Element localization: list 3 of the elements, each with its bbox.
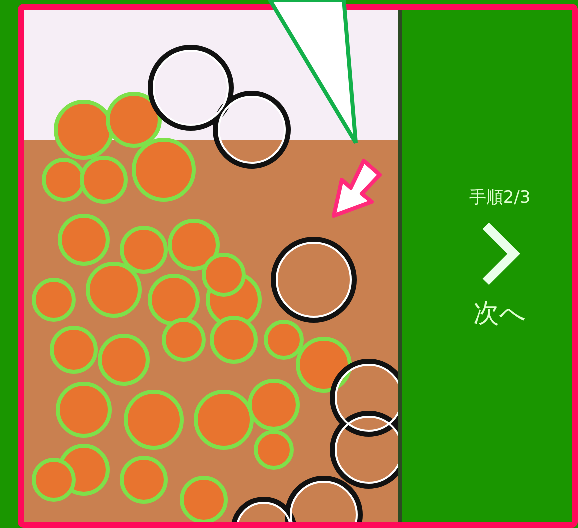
chevron-right-icon bbox=[480, 222, 520, 286]
step-indicator: 手順2/3 bbox=[469, 188, 531, 208]
next-button[interactable]: 次へ bbox=[474, 222, 526, 331]
